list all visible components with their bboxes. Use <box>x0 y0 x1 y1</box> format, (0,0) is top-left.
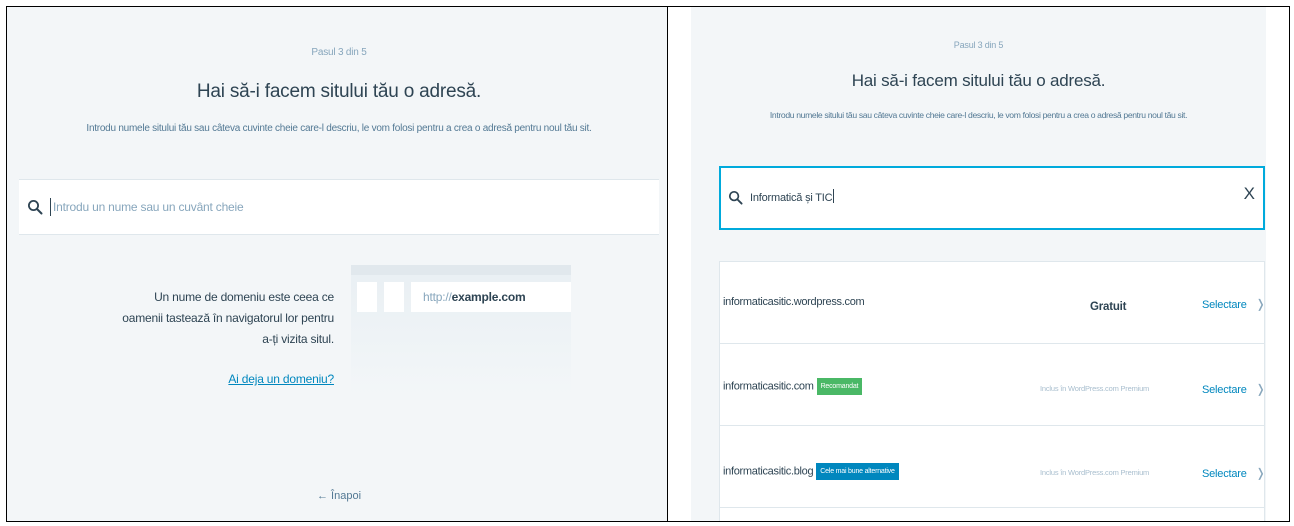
domain-search-input[interactable]: Informatică și TIC <box>750 189 835 204</box>
domain-search-bar[interactable] <box>19 179 659 235</box>
domain-info-text: Un nume de domeniu este ceea ce oamenii … <box>122 290 334 346</box>
domain-name-with-badge: informaticasitic.com Recomandat <box>723 378 863 395</box>
have-domain-link[interactable]: Ai deja un domeniu? <box>114 372 334 386</box>
page-subtitle: Introdu numele sitului tău sau câteva cu… <box>769 110 1188 120</box>
step-indicator: Pasul 3 din 5 <box>953 40 1004 50</box>
chevron-right-icon: ❭ <box>1255 297 1266 311</box>
select-domain-button[interactable]: Selectare ❭ <box>1202 297 1266 311</box>
text-caret <box>833 189 835 203</box>
back-button[interactable]: ← Înapoi <box>19 490 659 502</box>
domain-price: Inclus în WordPress.com Premium <box>1040 384 1150 393</box>
domain-step-empty-view: Pasul 3 din 5 Hai să-i facem sitului tău… <box>19 7 659 521</box>
domain-results-list: informaticasitic.wordpress.com Gratuit S… <box>719 261 1266 521</box>
browser-illustration-back-button <box>357 282 377 312</box>
best-alternative-badge: Cele mai bune alternative <box>816 463 899 480</box>
screenshot-frame: Pasul 3 din 5 Hai să-i facem sitului tău… <box>0 0 1294 526</box>
domain-price: Gratuit <box>1090 301 1127 313</box>
domain-price: Inclus în WordPress.com Premium <box>1040 468 1150 477</box>
select-label: Selectare <box>1202 384 1247 396</box>
step-indicator: Pasul 3 din 5 <box>311 47 367 58</box>
url-prefix: http:// <box>423 290 452 304</box>
domain-result-row[interactable]: informaticasitic.blog Cele mai bune alter… <box>720 426 1266 508</box>
select-label: Selectare <box>1202 299 1247 311</box>
search-icon <box>728 190 743 205</box>
select-domain-button[interactable]: Selectare ❭ <box>1202 466 1266 480</box>
page-subtitle: Introdu numele sitului tău sau câteva cu… <box>86 123 592 134</box>
browser-illustration-url: http://example.com <box>411 282 571 312</box>
select-label: Selectare <box>1202 468 1247 480</box>
search-icon <box>28 200 43 215</box>
left-panel: Pasul 3 din 5 Hai să-i facem sitului tău… <box>6 6 668 522</box>
domain-search-input[interactable] <box>53 196 613 218</box>
text-caret <box>50 198 51 216</box>
domain-name: informaticasitic.wordpress.com <box>723 296 865 308</box>
page-title: Hai să-i facem sitului tău o adresă. <box>851 71 1106 90</box>
browser-illustration-top-bar <box>351 265 571 275</box>
domain-step-results-view: Pasul 3 din 5 Hai să-i facem sitului tău… <box>691 7 1266 521</box>
domain-search-bar[interactable]: Informatică și TIC X <box>719 166 1265 230</box>
domain-name: informaticasitic.blog <box>723 465 814 478</box>
domain-name: informaticasitic.com <box>723 380 814 393</box>
chevron-right-icon: ❭ <box>1255 466 1266 480</box>
select-domain-button[interactable]: Selectare ❭ <box>1202 382 1266 396</box>
url-domain: example.com <box>451 290 526 304</box>
browser-illustration: http://example.com <box>351 265 571 395</box>
right-panel-background: Pasul 3 din 5 Hai să-i facem sitului tău… <box>668 7 1289 521</box>
search-value: Informatică și TIC <box>750 192 833 204</box>
chevron-right-icon: ❭ <box>1255 382 1266 396</box>
browser-illustration-forward-button <box>384 282 404 312</box>
page-title: Hai să-i facem sitului tău o adresă. <box>196 81 482 102</box>
right-panel: Pasul 3 din 5 Hai să-i facem sitului tău… <box>668 6 1290 522</box>
clear-search-button[interactable]: X <box>1244 184 1255 204</box>
domain-result-row[interactable]: informaticasitic.wordpress.com Gratuit S… <box>720 262 1266 344</box>
domain-result-row[interactable]: informaticasitic.com Recomandat Inclus în… <box>720 344 1266 426</box>
recommended-badge: Recomandat <box>816 378 863 395</box>
domain-name-with-badge: informaticasitic.blog Cele mai bune alter… <box>723 463 899 480</box>
